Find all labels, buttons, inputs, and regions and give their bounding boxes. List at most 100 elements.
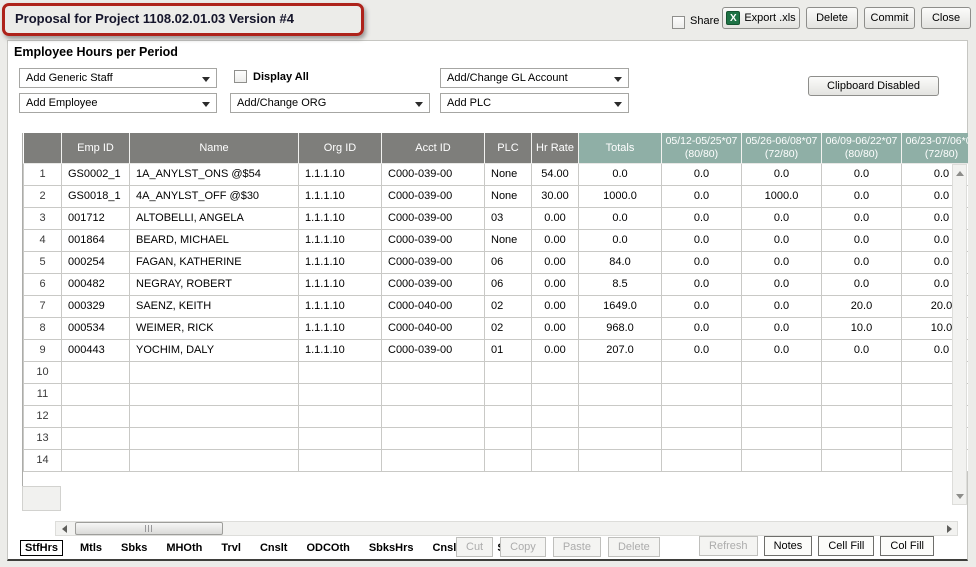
cell-period-hours[interactable]: 0.0 bbox=[662, 163, 742, 185]
cell-hr-rate[interactable]: 0.00 bbox=[532, 251, 579, 273]
close-button[interactable]: Close bbox=[921, 7, 971, 29]
cell-period-hours[interactable]: 0.0 bbox=[822, 339, 902, 361]
cell-plc[interactable]: None bbox=[485, 185, 532, 207]
cell-hr-rate[interactable] bbox=[532, 361, 579, 383]
scrollbar-thumb[interactable] bbox=[75, 522, 223, 535]
cell-emp-id[interactable] bbox=[62, 449, 130, 471]
cell-plc[interactable] bbox=[485, 405, 532, 427]
cell-totals[interactable] bbox=[579, 427, 662, 449]
tab-sbks[interactable]: Sbks bbox=[119, 541, 149, 555]
cell-plc[interactable]: 02 bbox=[485, 295, 532, 317]
cell-org-id[interactable] bbox=[299, 427, 382, 449]
cell-period-hours[interactable] bbox=[822, 361, 902, 383]
row-number-cell[interactable]: 1 bbox=[24, 163, 62, 185]
cell-name[interactable]: 4A_ANYLST_OFF @$30 bbox=[130, 185, 299, 207]
cell-emp-id[interactable]: 000254 bbox=[62, 251, 130, 273]
cell-hr-rate[interactable] bbox=[532, 427, 579, 449]
cell-name[interactable]: FAGAN, KATHERINE bbox=[130, 251, 299, 273]
cell-hr-rate[interactable]: 0.00 bbox=[532, 317, 579, 339]
cell-period-hours[interactable]: 0.0 bbox=[742, 163, 822, 185]
cell-period-hours[interactable]: 0.0 bbox=[662, 185, 742, 207]
cell-period-hours[interactable]: 0.0 bbox=[742, 295, 822, 317]
add-employee-dropdown[interactable]: Add Employee bbox=[19, 93, 217, 113]
cell-plc[interactable]: 02 bbox=[485, 317, 532, 339]
cell-period-hours[interactable] bbox=[822, 383, 902, 405]
cell-period-hours[interactable]: 0.0 bbox=[662, 251, 742, 273]
col-fill-button[interactable]: Col Fill bbox=[880, 536, 934, 556]
cell-totals[interactable] bbox=[579, 405, 662, 427]
row-number-cell[interactable]: 8 bbox=[24, 317, 62, 339]
cell-emp-id[interactable] bbox=[62, 383, 130, 405]
cell-plc[interactable]: None bbox=[485, 163, 532, 185]
cell-name[interactable]: ALTOBELLI, ANGELA bbox=[130, 207, 299, 229]
cell-period-hours[interactable] bbox=[822, 449, 902, 471]
cell-emp-id[interactable]: 000443 bbox=[62, 339, 130, 361]
cell-acct-id[interactable]: C000-040-00 bbox=[382, 295, 485, 317]
cell-plc[interactable]: None bbox=[485, 229, 532, 251]
cell-period-hours[interactable]: 0.0 bbox=[742, 339, 822, 361]
cell-plc[interactable]: 01 bbox=[485, 339, 532, 361]
cell-acct-id[interactable]: C000-039-00 bbox=[382, 185, 485, 207]
cell-period-hours[interactable]: 0.0 bbox=[662, 339, 742, 361]
cell-period-hours[interactable]: 10.0 bbox=[822, 317, 902, 339]
cell-name[interactable] bbox=[130, 449, 299, 471]
cell-period-hours[interactable] bbox=[662, 361, 742, 383]
row-number-cell[interactable]: 9 bbox=[24, 339, 62, 361]
cell-emp-id[interactable]: GS0002_1 bbox=[62, 163, 130, 185]
cell-hr-rate[interactable]: 0.00 bbox=[532, 207, 579, 229]
cell-name[interactable] bbox=[130, 405, 299, 427]
cell-emp-id[interactable] bbox=[62, 427, 130, 449]
row-number-cell[interactable]: 13 bbox=[24, 427, 62, 449]
horizontal-scrollbar[interactable] bbox=[55, 521, 958, 536]
cell-acct-id[interactable]: C000-039-00 bbox=[382, 229, 485, 251]
cell-acct-id[interactable]: C000-039-00 bbox=[382, 163, 485, 185]
row-number-cell[interactable]: 12 bbox=[24, 405, 62, 427]
cell-totals[interactable]: 0.0 bbox=[579, 163, 662, 185]
export-xls-button[interactable]: Export .xls bbox=[722, 7, 800, 29]
cell-plc[interactable] bbox=[485, 383, 532, 405]
tab-trvl[interactable]: Trvl bbox=[219, 541, 243, 555]
cell-period-hours[interactable] bbox=[742, 383, 822, 405]
cell-fill-button[interactable]: Cell Fill bbox=[818, 536, 874, 556]
row-number-cell[interactable]: 6 bbox=[24, 273, 62, 295]
add-change-org-dropdown[interactable]: Add/Change ORG bbox=[230, 93, 430, 113]
cell-period-hours[interactable] bbox=[662, 383, 742, 405]
cell-emp-id[interactable]: 000482 bbox=[62, 273, 130, 295]
cell-period-hours[interactable]: 0.0 bbox=[742, 251, 822, 273]
tab-odcoth[interactable]: ODCOth bbox=[304, 541, 351, 555]
cell-totals[interactable] bbox=[579, 383, 662, 405]
cell-period-hours[interactable]: 20.0 bbox=[822, 295, 902, 317]
cell-period-hours[interactable] bbox=[662, 405, 742, 427]
row-number-cell[interactable]: 4 bbox=[24, 229, 62, 251]
cell-plc[interactable]: 03 bbox=[485, 207, 532, 229]
cell-totals[interactable]: 0.0 bbox=[579, 229, 662, 251]
scroll-left-icon[interactable] bbox=[57, 522, 71, 535]
cell-acct-id[interactable]: C000-039-00 bbox=[382, 273, 485, 295]
cell-acct-id[interactable]: C000-039-00 bbox=[382, 207, 485, 229]
cell-org-id[interactable]: 1.1.1.10 bbox=[299, 207, 382, 229]
cell-name[interactable] bbox=[130, 427, 299, 449]
cell-period-hours[interactable] bbox=[662, 427, 742, 449]
cell-period-hours[interactable]: 0.0 bbox=[742, 317, 822, 339]
cell-name[interactable]: 1A_ANYLST_ONS @$54 bbox=[130, 163, 299, 185]
cell-org-id[interactable] bbox=[299, 449, 382, 471]
cell-org-id[interactable]: 1.1.1.10 bbox=[299, 339, 382, 361]
cell-period-hours[interactable] bbox=[742, 427, 822, 449]
cell-acct-id[interactable]: C000-040-00 bbox=[382, 317, 485, 339]
cell-org-id[interactable]: 1.1.1.10 bbox=[299, 317, 382, 339]
cell-period-hours[interactable]: 0.0 bbox=[662, 207, 742, 229]
cell-period-hours[interactable] bbox=[822, 405, 902, 427]
cell-period-hours[interactable]: 0.0 bbox=[662, 273, 742, 295]
commit-button[interactable]: Commit bbox=[864, 7, 915, 29]
row-number-cell[interactable]: 3 bbox=[24, 207, 62, 229]
cell-period-hours[interactable]: 0.0 bbox=[742, 229, 822, 251]
cell-hr-rate[interactable] bbox=[532, 383, 579, 405]
share-checkbox[interactable] bbox=[672, 16, 685, 29]
cell-period-hours[interactable]: 0.0 bbox=[662, 295, 742, 317]
cell-emp-id[interactable] bbox=[62, 361, 130, 383]
cell-totals[interactable]: 207.0 bbox=[579, 339, 662, 361]
cell-name[interactable]: NEGRAY, ROBERT bbox=[130, 273, 299, 295]
cell-period-hours[interactable]: 0.0 bbox=[742, 207, 822, 229]
tab-mhoth[interactable]: MHOth bbox=[164, 541, 204, 555]
cell-org-id[interactable]: 1.1.1.10 bbox=[299, 295, 382, 317]
